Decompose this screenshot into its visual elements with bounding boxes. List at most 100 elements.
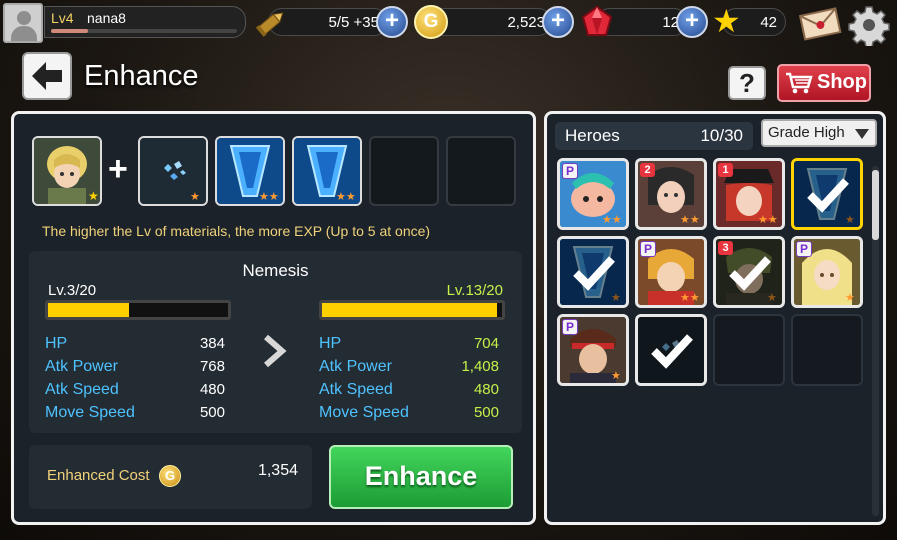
current-exp-bar xyxy=(45,300,231,320)
stamina-value: 5/5 +35 xyxy=(328,14,379,31)
heroes-title: Heroes xyxy=(565,126,620,145)
stat-label-move-speed: Move Speed xyxy=(45,404,135,421)
selected-check-icon xyxy=(638,317,704,383)
stat-after-atk-speed: 480 xyxy=(473,381,499,398)
mail-icon[interactable] xyxy=(798,4,842,42)
stat-label-atk-power-next: Atk Power xyxy=(319,358,392,375)
material-slot-2[interactable]: ★★ xyxy=(215,136,285,206)
add-gold-button[interactable]: + xyxy=(542,6,574,38)
count-badge: 2 xyxy=(640,163,655,177)
stat-before-atk-power: 768 xyxy=(199,358,225,375)
stat-label-atk-speed: Atk Speed xyxy=(45,381,119,398)
material-slot-3[interactable]: ★★ xyxy=(292,136,362,206)
stat-label-move-speed-next: Move Speed xyxy=(319,404,409,421)
shop-label: Shop xyxy=(817,71,867,93)
gold-coin-icon: G xyxy=(159,465,181,487)
blue-crystal-icon: ★★ xyxy=(217,138,283,204)
cost-value: 1,354 xyxy=(257,462,298,479)
gold-display: 2,523 xyxy=(430,8,552,36)
crystal-shards-icon: ★ xyxy=(140,138,206,204)
material-slot-5[interactable] xyxy=(446,136,516,206)
stat-before-move-speed: 500 xyxy=(199,404,225,421)
enhance-button[interactable]: Enhance xyxy=(329,445,513,509)
avatar[interactable] xyxy=(3,3,43,43)
material-slot-4[interactable] xyxy=(369,136,439,206)
stat-label-atk-speed-next: Atk Speed xyxy=(319,381,393,398)
hero-name: Nemesis xyxy=(242,261,309,280)
help-button[interactable]: ? xyxy=(728,66,766,100)
hero-card[interactable]: ★★ 1 xyxy=(713,158,785,230)
svg-text:★★: ★★ xyxy=(680,292,700,304)
stat-label-hp: HP xyxy=(45,335,68,352)
premium-badge: P xyxy=(640,241,656,257)
blue-crystal-icon: ★★ xyxy=(294,138,360,204)
hero-card[interactable] xyxy=(635,314,707,386)
gold-value: 2,523 xyxy=(507,14,545,31)
hero-card[interactable]: ★ 3 xyxy=(713,236,785,308)
player-exp-bar xyxy=(51,29,237,33)
player-name: nana8 xyxy=(87,10,126,26)
hero-card[interactable]: ★★ P xyxy=(557,158,629,230)
empty-hero-slot[interactable] xyxy=(713,314,785,386)
stat-label-atk-power: Atk Power xyxy=(45,358,118,375)
hero-card[interactable]: ★ xyxy=(791,158,863,230)
player-plate: Lv4 nana8 xyxy=(44,6,246,38)
premium-badge: P xyxy=(562,163,578,179)
svg-text:★: ★ xyxy=(88,189,99,203)
ruby-icon xyxy=(580,5,614,39)
hero-card[interactable]: ★ P xyxy=(557,314,629,386)
top-bar: Lv4 nana8 5/5 +35 + 2,523 G + 12 + 42 ★ xyxy=(0,0,897,46)
svg-text:★★: ★★ xyxy=(336,191,356,203)
page-title: Enhance xyxy=(84,60,199,92)
empty-hero-slot[interactable] xyxy=(791,314,863,386)
bullet-icon xyxy=(254,6,290,38)
sort-dropdown[interactable]: Grade High xyxy=(761,119,877,147)
count-badge: 3 xyxy=(718,241,733,255)
premium-badge: P xyxy=(562,319,578,335)
stat-after-atk-power: 1,408 xyxy=(461,358,499,375)
stat-before-hp: 384 xyxy=(199,335,225,352)
settings-gear-icon[interactable] xyxy=(848,4,890,46)
hero-card[interactable]: ★★ P xyxy=(635,236,707,308)
svg-text:★★: ★★ xyxy=(758,214,778,226)
hero-list-scrollbar[interactable] xyxy=(872,166,879,516)
hero-card[interactable]: ★ P xyxy=(791,236,863,308)
stat-after-move-speed: 500 xyxy=(473,404,499,421)
heroes-panel: Heroes 10/30 Grade High ★★ P ★★ 2 ★★ 1 ★ ★ ★★ P ★ 3… xyxy=(544,111,886,525)
hero-card[interactable]: ★★ 2 xyxy=(635,158,707,230)
enhance-hint: The higher the Lv of materials, the more… xyxy=(42,223,431,239)
back-arrow-icon xyxy=(32,62,62,90)
hero-card[interactable]: ★ xyxy=(557,236,629,308)
star-icon: ★ xyxy=(712,3,741,39)
count-badge: 1 xyxy=(718,163,733,177)
enhance-cost-box: Enhanced Cost G 1,354 xyxy=(29,445,312,509)
svg-text:★★: ★★ xyxy=(680,214,700,226)
next-exp-bar xyxy=(319,300,505,320)
player-level: Lv4 xyxy=(51,10,74,26)
gem-value: 12 xyxy=(662,14,679,31)
selected-check-icon xyxy=(794,161,860,227)
base-hero-slot[interactable]: ★ xyxy=(32,136,102,206)
sort-label: Grade High xyxy=(768,124,845,141)
stats-comparison: Nemesis Lv.3/20 Lv.13/20 HP 384 Atk Powe… xyxy=(29,251,522,433)
add-stamina-button[interactable]: + xyxy=(376,6,408,38)
cost-label: Enhanced Cost xyxy=(47,467,150,484)
gold-coin-icon: G xyxy=(414,5,448,39)
heroes-count: 10/30 xyxy=(700,126,743,145)
enhance-panel: ★ + ★ ★★ ★★ The higher the Lv of materia… xyxy=(11,111,536,525)
premium-badge: P xyxy=(796,241,812,257)
hero-portrait-icon: ★ xyxy=(34,138,100,204)
back-button[interactable] xyxy=(22,52,72,100)
selected-check-icon xyxy=(560,239,626,305)
caret-down-icon xyxy=(855,129,869,139)
material-slot-1[interactable]: ★ xyxy=(138,136,208,206)
svg-text:★: ★ xyxy=(190,191,200,203)
heroes-header: Heroes 10/30 xyxy=(555,122,753,150)
plus-sign: + xyxy=(108,150,128,188)
chevron-right-icon xyxy=(264,334,287,368)
add-gem-button[interactable]: + xyxy=(676,6,708,38)
stat-after-hp: 704 xyxy=(473,335,499,352)
shop-button[interactable]: Shop xyxy=(777,64,871,102)
svg-text:★★: ★★ xyxy=(602,214,622,226)
star-value: 42 xyxy=(760,14,777,31)
